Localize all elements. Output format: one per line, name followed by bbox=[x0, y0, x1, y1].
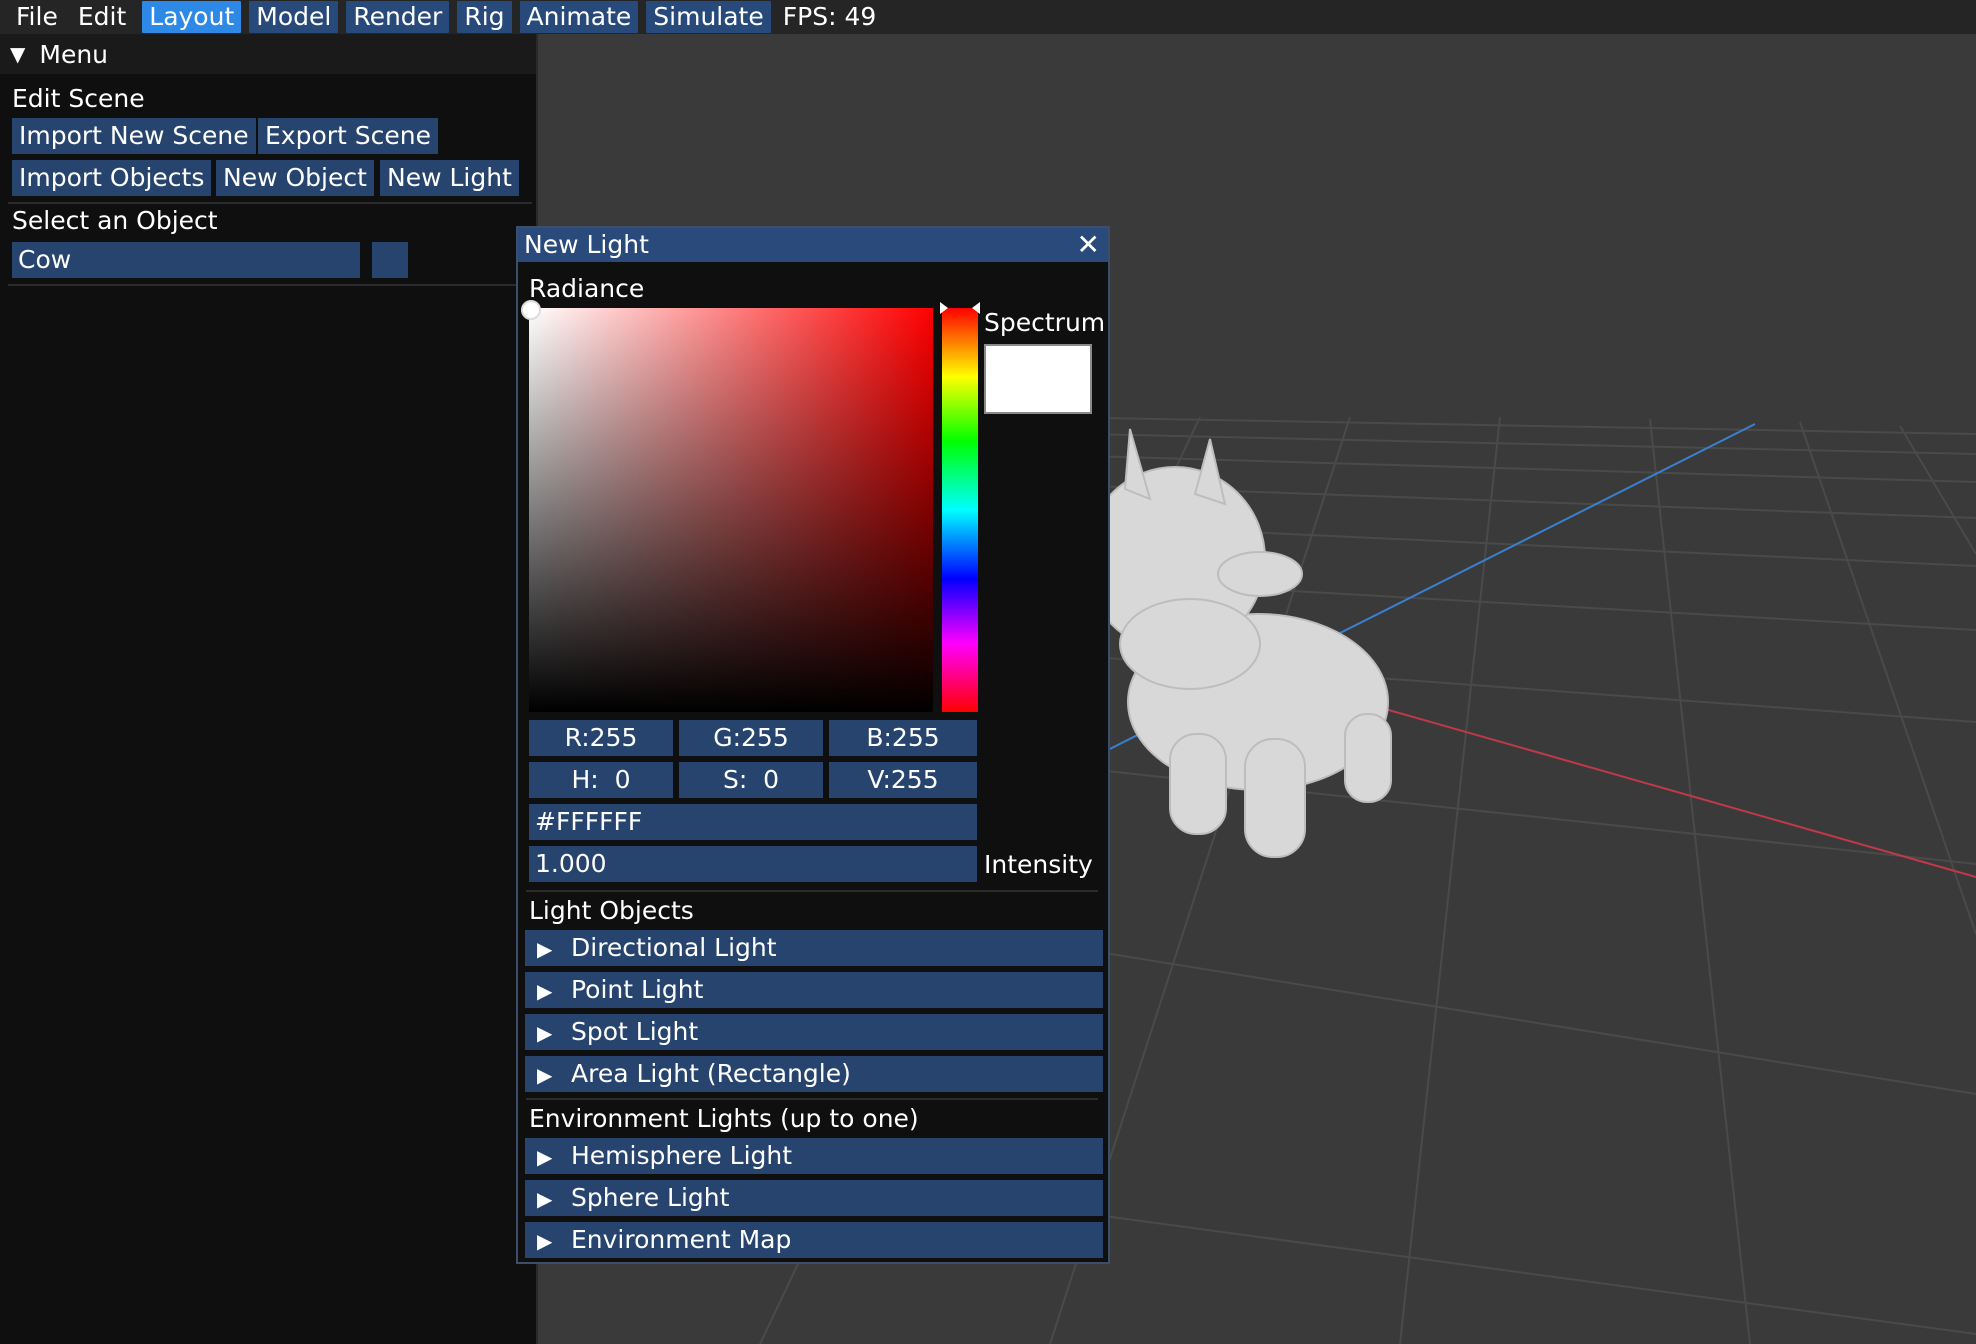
object-select-field[interactable]: Cow bbox=[12, 242, 360, 278]
menu-panel-header[interactable]: ▼ Menu bbox=[0, 34, 536, 74]
radiance-label: Radiance bbox=[529, 274, 645, 303]
light-objects-label: Light Objects bbox=[529, 896, 694, 925]
saturation-value-picker[interactable] bbox=[529, 308, 933, 712]
point-light-item[interactable]: ▶ Point Light bbox=[525, 972, 1103, 1008]
color-picker-handle[interactable] bbox=[521, 300, 541, 320]
green-field[interactable]: G:255 bbox=[679, 720, 823, 756]
triangle-right-icon: ▶ bbox=[537, 979, 553, 1003]
menu-panel: ▼ Menu Edit Scene Import New Scene Expor… bbox=[0, 34, 538, 1344]
fps-counter: FPS: 49 bbox=[782, 2, 877, 31]
mode-tab-rig[interactable]: Rig bbox=[457, 1, 512, 33]
export-scene-button[interactable]: Export Scene bbox=[258, 118, 439, 154]
triangle-right-icon: ▶ bbox=[537, 1063, 553, 1087]
tree-item-label: Point Light bbox=[571, 975, 704, 1004]
tree-item-label: Sphere Light bbox=[571, 1183, 730, 1212]
environment-map-item[interactable]: ▶ Environment Map bbox=[525, 1222, 1103, 1258]
spot-light-item[interactable]: ▶ Spot Light bbox=[525, 1014, 1103, 1050]
x-axis-line bbox=[1349, 698, 1976, 878]
mode-tab-model[interactable]: Model bbox=[249, 1, 339, 33]
directional-light-item[interactable]: ▶ Directional Light bbox=[525, 930, 1103, 966]
tree-item-label: Hemisphere Light bbox=[571, 1141, 793, 1170]
panel-separator bbox=[8, 284, 532, 286]
new-object-button[interactable]: New Object bbox=[216, 160, 374, 196]
hue-slider[interactable] bbox=[942, 308, 978, 712]
mode-tab-animate[interactable]: Animate bbox=[519, 1, 639, 33]
triangle-down-icon: ▼ bbox=[10, 42, 26, 66]
spectrum-color-swatch[interactable] bbox=[984, 344, 1092, 414]
cow-model[interactable] bbox=[1084, 428, 1392, 858]
environment-lights-label: Environment Lights (up to one) bbox=[529, 1104, 919, 1133]
import-objects-button[interactable]: Import Objects bbox=[12, 160, 212, 196]
mode-tab-simulate[interactable]: Simulate bbox=[646, 1, 771, 33]
red-field[interactable]: R:255 bbox=[529, 720, 673, 756]
panel-separator bbox=[8, 202, 532, 204]
object-select-button[interactable] bbox=[372, 242, 408, 278]
triangle-right-icon: ▶ bbox=[537, 1145, 553, 1169]
hue-marker-left-icon bbox=[940, 302, 948, 314]
menu-panel-title: Menu bbox=[39, 39, 109, 69]
close-icon[interactable]: ✕ bbox=[1077, 228, 1100, 262]
hex-color-input[interactable]: #FFFFFF bbox=[529, 804, 977, 840]
area-light-item[interactable]: ▶ Area Light (Rectangle) bbox=[525, 1056, 1103, 1092]
value-field[interactable]: V:255 bbox=[829, 762, 977, 798]
select-object-label: Select an Object bbox=[12, 206, 218, 235]
blue-field[interactable]: B:255 bbox=[829, 720, 977, 756]
triangle-right-icon: ▶ bbox=[537, 1187, 553, 1211]
triangle-right-icon: ▶ bbox=[537, 1021, 553, 1045]
intensity-label: Intensity bbox=[984, 850, 1093, 879]
tree-item-label: Environment Map bbox=[571, 1225, 792, 1254]
mode-tab-layout[interactable]: Layout bbox=[142, 1, 242, 33]
menu-edit[interactable]: Edit bbox=[68, 0, 136, 34]
intensity-input[interactable]: 1.000 bbox=[529, 846, 977, 882]
sphere-light-item[interactable]: ▶ Sphere Light bbox=[525, 1180, 1103, 1216]
new-light-titlebar[interactable]: New Light ✕ bbox=[518, 228, 1108, 262]
new-light-button[interactable]: New Light bbox=[380, 160, 519, 196]
tree-item-label: Directional Light bbox=[571, 933, 777, 962]
hue-marker-right-icon bbox=[972, 302, 980, 314]
saturation-field[interactable]: S: 0 bbox=[679, 762, 823, 798]
tree-item-label: Spot Light bbox=[571, 1017, 699, 1046]
mode-tab-render[interactable]: Render bbox=[346, 1, 450, 33]
hue-field[interactable]: H: 0 bbox=[529, 762, 673, 798]
window-separator bbox=[526, 1098, 1098, 1100]
triangle-right-icon: ▶ bbox=[537, 937, 553, 961]
new-light-window: New Light ✕ Radiance Spectrum R:255 G:25… bbox=[516, 226, 1110, 1264]
new-light-title: New Light bbox=[524, 230, 649, 259]
import-new-scene-button[interactable]: Import New Scene bbox=[12, 118, 256, 154]
hemisphere-light-item[interactable]: ▶ Hemisphere Light bbox=[525, 1138, 1103, 1174]
main-menubar: File Edit Layout Model Render Rig Animat… bbox=[0, 0, 1976, 34]
menu-file[interactable]: File bbox=[6, 0, 68, 34]
edit-scene-label: Edit Scene bbox=[12, 84, 145, 113]
tree-item-label: Area Light (Rectangle) bbox=[571, 1059, 851, 1088]
window-separator bbox=[526, 890, 1098, 892]
triangle-right-icon: ▶ bbox=[537, 1229, 553, 1253]
spectrum-label: Spectrum bbox=[984, 308, 1106, 337]
